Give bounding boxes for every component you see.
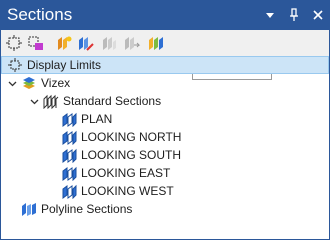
panel-title: Sections (7, 5, 73, 24)
pin-icon[interactable] (287, 7, 301, 23)
tree-item-polyline-sections[interactable]: Polyline Sections (1, 200, 330, 218)
tree-item-label: LOOKING SOUTH (81, 148, 182, 162)
edit-sections-icon[interactable] (76, 33, 96, 53)
tree-item-section[interactable]: LOOKING WEST (1, 182, 330, 200)
panel-titlebar[interactable]: Sections (1, 1, 329, 30)
section-folder-icon (43, 93, 59, 109)
tree-item-label: PLAN (81, 112, 113, 126)
section-icon (61, 111, 77, 127)
vizex-layers-icon (21, 75, 37, 91)
new-section-icon[interactable] (54, 33, 74, 53)
tree-item-section[interactable]: LOOKING NORTH (1, 128, 330, 146)
tree-item-label: LOOKING WEST (81, 184, 174, 198)
section-icon (61, 165, 77, 181)
chevron-down-icon[interactable] (29, 96, 39, 106)
tree-item-section[interactable]: LOOKING EAST (1, 164, 330, 182)
section-icon (61, 147, 77, 163)
titlebar-buttons (263, 7, 325, 23)
section-icon (61, 183, 77, 199)
close-icon[interactable] (311, 7, 325, 23)
section-set-icon[interactable] (146, 33, 166, 53)
move-section-icon[interactable] (122, 33, 142, 53)
chevron-down-icon[interactable] (7, 78, 17, 88)
tree-item-label: LOOKING EAST (81, 166, 171, 180)
display-limits-icon[interactable] (4, 33, 24, 53)
tree-item-label: Vizex (41, 76, 71, 90)
tree-item-label: Polyline Sections (41, 202, 133, 216)
display-limits-icon (7, 57, 23, 73)
copy-section-icon[interactable] (100, 33, 120, 53)
sections-display-icon[interactable] (26, 33, 46, 53)
panel-menu-dropdown-icon[interactable] (263, 7, 277, 23)
tree-item-label: LOOKING NORTH (81, 130, 182, 144)
tree-item-label: Standard Sections (63, 94, 162, 108)
tree-item-label: Display Limits (27, 58, 102, 72)
sections-panel: Sections Display Limits Vizex Standard S… (0, 0, 330, 240)
sections-toolbar (1, 30, 329, 80)
tree-item-section[interactable]: LOOKING SOUTH (1, 146, 330, 164)
tree-item-section[interactable]: PLAN (1, 110, 330, 128)
polyline-section-icon (21, 201, 37, 217)
section-icon (61, 129, 77, 145)
tree-item-standard-sections[interactable]: Standard Sections (1, 92, 330, 110)
tree-item-display-limits[interactable]: Display Limits (1, 56, 329, 74)
tree-item-vizex[interactable]: Vizex (1, 74, 330, 92)
